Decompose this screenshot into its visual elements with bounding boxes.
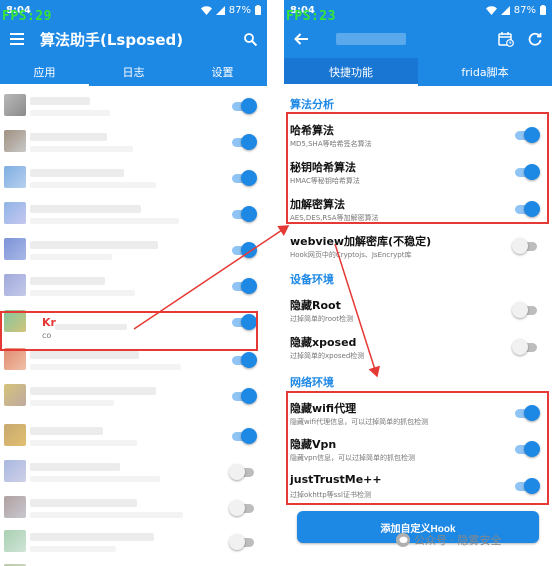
wechat-icon: [396, 533, 410, 547]
watermark-text: 公众号 · 隐雾安全: [414, 534, 502, 547]
annotation-arrows: [133, 225, 380, 378]
watermark: 公众号 · 隐雾安全: [396, 532, 502, 548]
arrow-to-network: [334, 243, 380, 378]
arrow-to-algorithms: [133, 225, 290, 330]
